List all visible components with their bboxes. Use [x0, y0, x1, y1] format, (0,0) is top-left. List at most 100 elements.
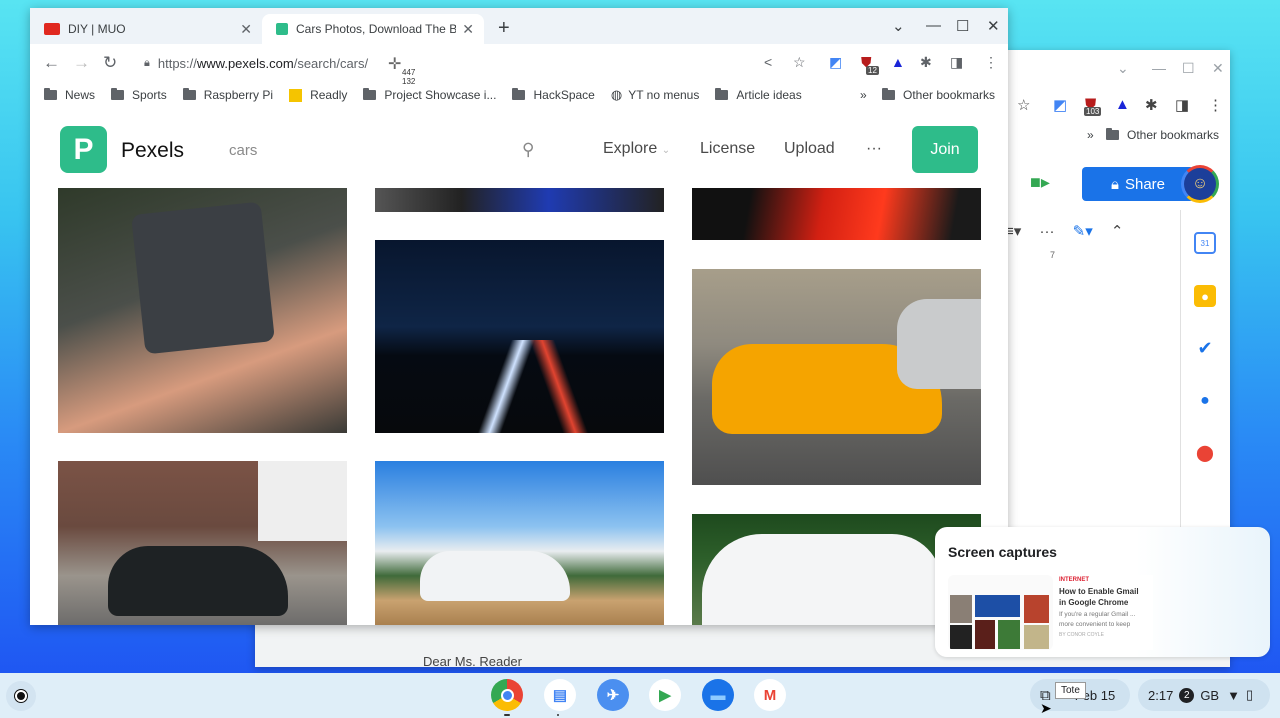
photo-blue-car-partial[interactable] — [375, 188, 664, 212]
bookmark-sports[interactable]: Sports — [111, 88, 167, 102]
tab-search-dropdown[interactable]: ⌄ — [892, 17, 905, 35]
shelf-app-files[interactable]: ▬ — [702, 679, 734, 711]
side-panel-icon[interactable]: ◨ — [1175, 96, 1189, 114]
url-path: /search/cars/ — [293, 55, 369, 71]
folder-icon — [111, 88, 125, 100]
shelf-app-chrome[interactable] — [491, 679, 523, 711]
back-arrow-icon[interactable]: ← — [43, 53, 60, 73]
account-avatar[interactable]: ☺ — [1181, 165, 1219, 203]
shelf-app-play-store[interactable]: ▶ — [649, 679, 681, 711]
bookmark-star-icon[interactable]: ☆ — [793, 54, 806, 71]
maximize-button[interactable]: ☐ — [1182, 60, 1195, 77]
status-tray[interactable]: 2:17 2 GB ▼ ▯ — [1138, 679, 1270, 711]
tab-diy-muo[interactable]: DIY | MUO ✕ — [30, 14, 262, 44]
ublock-badge: 12 — [866, 66, 879, 75]
extensions-puzzle-icon[interactable]: ✱ — [920, 54, 932, 71]
article-byline: BY CONOR COYLE — [1059, 632, 1104, 638]
tasks-icon[interactable]: ✔ — [1194, 337, 1216, 359]
other-bookmarks[interactable]: Other bookmarks — [882, 88, 995, 102]
translate-extension-icon[interactable]: ◩ — [1053, 96, 1067, 114]
shelf-app-gmail[interactable]: M — [754, 679, 786, 711]
capture-thumbnail-muo-article[interactable]: INTERNET How to Enable Gmail in Google C… — [1053, 575, 1153, 650]
side-panel-icon[interactable]: ◨ — [950, 54, 963, 71]
contacts-icon[interactable]: ● — [1194, 390, 1216, 412]
doc-body-text[interactable]: Dear Ms. Reader — [423, 654, 522, 669]
photo-detail — [420, 551, 570, 601]
license-link[interactable]: License — [700, 140, 755, 158]
collapse-chevron-icon[interactable]: ⌃ — [1111, 223, 1124, 240]
minimize-button[interactable]: — — [926, 17, 941, 34]
google-meet-icon[interactable]: ■▸ — [1030, 172, 1050, 193]
photo-red-car-partial[interactable] — [692, 188, 981, 240]
tab-strip: DIY | MUO ✕ Cars Photos, Download The BE… — [30, 8, 1008, 44]
explore-menu[interactable]: Explore ⌄ — [603, 140, 670, 158]
editing-mode-pencil-icon[interactable]: ✎▾ — [1073, 223, 1093, 240]
pexels-header: P Pexels ⚲ Explore ⌄ License Upload ··· … — [30, 112, 1008, 188]
translate-extension-icon[interactable]: ◩ — [829, 54, 842, 71]
photo-detail — [258, 461, 347, 541]
capture-thumbnail-pexels[interactable] — [948, 575, 1053, 650]
close-button[interactable]: ✕ — [1212, 60, 1224, 77]
minimize-button[interactable]: — — [1152, 60, 1166, 76]
bookmark-star-icon[interactable]: ☆ — [1017, 96, 1030, 114]
url-host: www.pexels.com — [196, 55, 294, 71]
bookmarks-overflow-icon[interactable]: » — [860, 88, 867, 102]
share-button[interactable]: 🔒︎ Share — [1082, 167, 1194, 201]
bookmarks-overflow-icon[interactable]: » — [1087, 128, 1094, 142]
photo-yellow-lamborghini[interactable] — [692, 269, 981, 485]
wifi-icon: ▼ — [1227, 687, 1240, 703]
close-window-button[interactable]: ✕ — [987, 17, 1000, 35]
vpn-extension-icon[interactable]: ▲ — [1115, 96, 1130, 113]
close-tab-icon[interactable]: ✕ — [240, 21, 252, 38]
forward-arrow-icon[interactable]: → — [73, 53, 90, 73]
shelf-app-docs[interactable]: ▤ — [544, 679, 576, 711]
bookmark-project-showcase[interactable]: Project Showcase i... — [363, 88, 496, 102]
extensions-puzzle-icon[interactable]: ✱ — [1145, 96, 1158, 114]
close-tab-icon[interactable]: ✕ — [462, 21, 474, 38]
reload-icon[interactable]: ↻ — [103, 53, 117, 73]
calendar-icon[interactable]: 31 — [1194, 232, 1216, 254]
bookmark-yt-no-menus[interactable]: ◍ YT no menus — [611, 87, 700, 103]
tab-pexels-cars[interactable]: Cars Photos, Download The BE ✕ — [262, 14, 484, 44]
photo-black-sedan[interactable] — [58, 461, 347, 625]
bookmark-readly[interactable]: Readly — [289, 88, 347, 102]
folder-icon — [182, 88, 196, 100]
photo-hand-phone-road[interactable] — [58, 188, 347, 433]
pexels-brand[interactable]: Pexels — [121, 139, 184, 163]
lock-icon: 🔒︎ — [1110, 175, 1119, 193]
shelf-app-cursive[interactable]: ✈ — [597, 679, 629, 711]
thumb-detail — [975, 595, 1020, 617]
search-icon[interactable]: ⚲ — [522, 140, 534, 160]
upload-link[interactable]: Upload — [784, 140, 835, 158]
photo-detail — [897, 299, 981, 389]
clock: 2:17 — [1148, 687, 1174, 703]
more-menu-icon[interactable]: ··· — [866, 140, 882, 158]
bookmark-hackspace[interactable]: HackSpace — [512, 88, 595, 102]
bookmark-article-ideas[interactable]: Article ideas — [715, 88, 802, 102]
keep-icon[interactable]: ● — [1194, 285, 1216, 307]
photo-white-bmw-drift[interactable] — [375, 461, 664, 625]
share-icon[interactable]: < — [764, 54, 772, 70]
bookmark-news[interactable]: News — [44, 88, 95, 102]
search-input[interactable] — [229, 142, 489, 159]
bookmark-raspberry-pi[interactable]: Raspberry Pi — [182, 88, 273, 102]
new-tab-button[interactable]: + — [498, 17, 510, 40]
photo-light-trails[interactable] — [375, 240, 664, 433]
more-menu-icon[interactable]: ⋮ — [1208, 96, 1223, 114]
more-options-icon[interactable]: ··· — [1039, 223, 1054, 240]
pexels-logo[interactable]: P — [60, 126, 107, 173]
tab-title: Cars Photos, Download The BE — [296, 22, 456, 36]
explore-label: Explore — [603, 140, 658, 157]
maximize-button[interactable]: ☐ — [956, 17, 969, 35]
other-bookmarks[interactable]: Other bookmarks — [1106, 128, 1219, 142]
tab-search-dropdown[interactable]: ⌄ — [1117, 60, 1129, 77]
tote-tooltip: Tote — [1055, 682, 1086, 699]
folder-icon — [882, 88, 895, 100]
vpn-extension-icon[interactable]: ▲ — [891, 54, 905, 70]
join-button[interactable]: Join — [912, 126, 978, 173]
other-bookmarks-label: Other bookmarks — [903, 88, 996, 102]
photo-detail — [515, 340, 605, 433]
maps-icon[interactable]: ⬤ — [1194, 442, 1216, 464]
more-menu-icon[interactable]: ⋮ — [984, 54, 998, 71]
launcher-button[interactable] — [6, 681, 36, 711]
